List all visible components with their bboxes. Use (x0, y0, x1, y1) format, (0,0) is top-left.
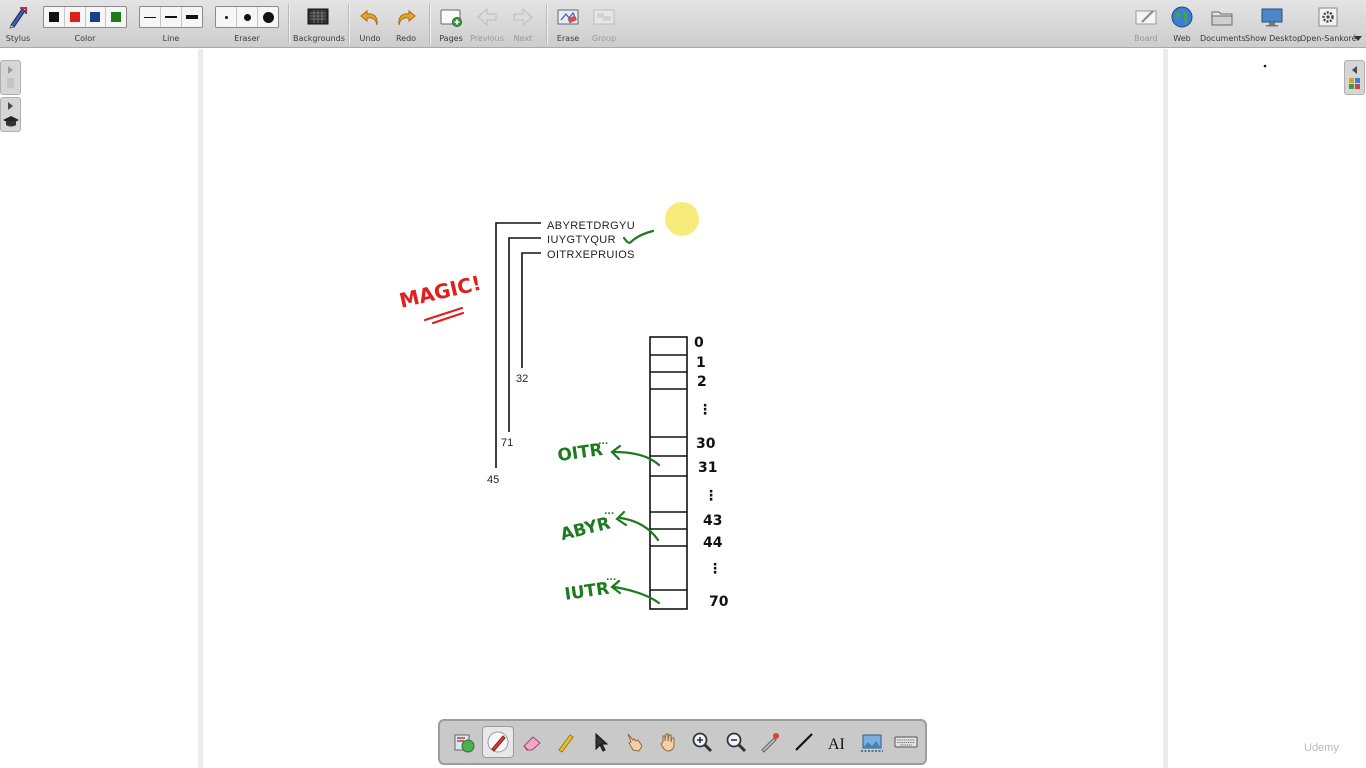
entry-oitr: OITR (556, 440, 604, 466)
laser-pointer-icon (761, 733, 779, 753)
laser-pointer-dot (665, 202, 699, 236)
hash-value-32: 32 (516, 373, 528, 385)
laser-pointer-tool-button[interactable] (754, 726, 786, 758)
capture-tool-button[interactable] (856, 726, 888, 758)
connector-string-3 (521, 252, 541, 368)
entry-abyr: ABYR (558, 513, 612, 545)
highlighter-icon (558, 734, 574, 753)
index-70: 70 (709, 594, 729, 610)
udemy-watermark: Udemy (1304, 742, 1339, 754)
line-tool-button[interactable] (788, 726, 820, 758)
library-icon (454, 734, 475, 753)
highlighter-tool-button[interactable] (550, 726, 582, 758)
index-43: 43 (703, 513, 722, 529)
string-2: IUYGTYQUR (547, 234, 616, 246)
capture-icon (861, 734, 883, 752)
text-tool-button[interactable]: AI (822, 726, 854, 758)
stray-dot (1263, 64, 1267, 68)
index-ellipsis-3: ⋮ (708, 561, 722, 577)
grab-hand-tool-button[interactable] (652, 726, 684, 758)
text-icon: AI (828, 736, 845, 753)
zoom-out-icon (726, 732, 747, 753)
whiteboard-canvas[interactable]: ABYRETDRGYU IUYGTYQUR OITRXEPRUIOS 32 71… (0, 0, 1366, 768)
library-tool-button[interactable] (448, 726, 480, 758)
index-2: 2 (697, 374, 707, 390)
hash-value-45: 45 (487, 474, 499, 486)
index-ellipsis-1: ⋮ (698, 402, 712, 418)
pen-tool-button[interactable] (482, 726, 514, 758)
entry-arrows (610, 444, 661, 605)
keyboard-icon (894, 736, 918, 748)
magic-annotation: MAGIC! (397, 271, 483, 313)
index-30: 30 (696, 436, 716, 452)
string-3: OITRXEPRUIOS (547, 249, 635, 261)
entry-iutr: IUTR (563, 579, 610, 605)
connector-string-2 (508, 237, 541, 432)
hash-value-71: 71 (501, 437, 513, 449)
entry-oitr-dots: ... (598, 437, 608, 447)
index-31: 31 (698, 460, 717, 476)
index-1: 1 (696, 355, 706, 371)
selector-tool-button[interactable] (584, 726, 616, 758)
entry-iutr-dots: ... (606, 573, 616, 583)
zoom-out-tool-button[interactable] (720, 726, 752, 758)
selector-icon (595, 732, 609, 752)
stylus-palette: AI (438, 719, 927, 765)
hash-table (649, 336, 688, 610)
check-mark (622, 229, 655, 244)
hash-connector-lines (495, 222, 541, 468)
zoom-in-tool-button[interactable] (686, 726, 718, 758)
line-icon (795, 733, 813, 751)
eraser-tool-button[interactable] (516, 726, 548, 758)
eraser-icon (523, 736, 541, 751)
connector-string-1 (495, 222, 541, 468)
magic-underline (423, 306, 465, 325)
entry-abyr-dots: ... (604, 507, 614, 517)
index-ellipsis-2: ⋮ (704, 488, 718, 504)
keyboard-tool-button[interactable] (890, 726, 922, 758)
pointer-hand-tool-button[interactable] (618, 726, 650, 758)
sankore-app: Stylus Color Line Eraser Backgrounds Und… (0, 0, 1366, 768)
pen-icon (487, 731, 509, 753)
text-tool-label: AI (828, 736, 845, 753)
arrow-oitr (612, 450, 661, 467)
grab-hand-icon (660, 733, 675, 752)
pointer-hand-icon (627, 733, 643, 752)
index-44: 44 (703, 535, 723, 551)
string-1: ABYRETDRGYU (547, 220, 635, 232)
zoom-in-icon (692, 732, 713, 753)
index-0: 0 (694, 335, 704, 351)
